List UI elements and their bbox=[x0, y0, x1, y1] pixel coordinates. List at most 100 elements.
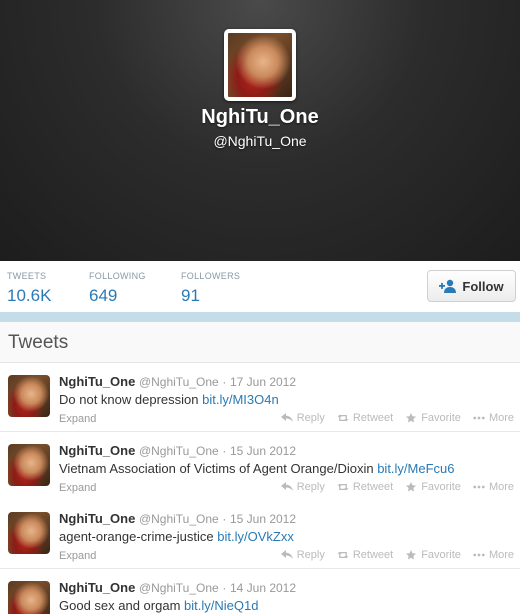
reply-label: Reply bbox=[296, 412, 325, 424]
stat-followers-label: FOLLOWERS bbox=[181, 271, 241, 281]
tweet-date-sep: · bbox=[222, 444, 227, 458]
more-dots-icon bbox=[473, 416, 485, 420]
tweet-actions: Reply Retweet Favorite More bbox=[280, 549, 514, 561]
stat-followers[interactable]: FOLLOWERS 91 bbox=[181, 271, 240, 306]
retweet-action[interactable]: Retweet bbox=[337, 549, 393, 561]
tweet-author[interactable]: NghiTu_One bbox=[59, 443, 135, 458]
star-icon bbox=[406, 550, 417, 560]
tweet-body: Do not know depression bbox=[59, 392, 199, 407]
tweet-text: Vietnam Association of Victims of Agent … bbox=[59, 461, 455, 476]
retweet-label: Retweet bbox=[352, 481, 394, 493]
tweet-actions: Reply Retweet Favorite More bbox=[280, 481, 514, 493]
favorite-label: Favorite bbox=[421, 412, 461, 424]
profile-header: NghiTu_One @NghiTu_One bbox=[0, 0, 520, 261]
tweet-date-sep: · bbox=[222, 581, 227, 595]
tweet-date[interactable]: 14 Jun 2012 bbox=[230, 581, 296, 595]
expand-link[interactable]: Expand bbox=[59, 482, 96, 494]
profile-handle: @NghiTu_One bbox=[213, 133, 307, 149]
add-user-icon bbox=[439, 279, 457, 293]
reply-icon bbox=[280, 413, 293, 422]
more-action[interactable]: More bbox=[473, 549, 514, 561]
tweet-avatar[interactable] bbox=[8, 512, 50, 554]
retweet-icon bbox=[337, 551, 349, 559]
stat-tweets-value: 10.6K bbox=[7, 286, 52, 305]
tweet-header: NghiTu_One @NghiTu_One · 17 Jun 2012 bbox=[59, 374, 296, 389]
expand-link[interactable]: Expand bbox=[59, 413, 96, 425]
tweet-date-sep: · bbox=[222, 375, 227, 389]
more-action[interactable]: More bbox=[473, 481, 514, 493]
tweet-item[interactable]: NghiTu_One @NghiTu_One · 15 Jun 2012 age… bbox=[0, 500, 520, 569]
tweet-date-sep: · bbox=[222, 512, 227, 526]
retweet-label: Retweet bbox=[352, 412, 394, 424]
follow-button-label: Follow bbox=[462, 278, 504, 294]
tweet-body: Good sex and orgam bbox=[59, 598, 181, 613]
tweet-handle[interactable]: @NghiTu_One bbox=[139, 375, 219, 389]
tweet-text: agent-orange-crime-justice bit.ly/OVkZxx bbox=[59, 529, 294, 544]
reply-icon bbox=[280, 550, 293, 559]
tweet-link[interactable]: bit.ly/MeFcu6 bbox=[377, 461, 454, 476]
tweet-author[interactable]: NghiTu_One bbox=[59, 580, 135, 595]
follow-button[interactable]: Follow bbox=[427, 270, 516, 302]
tweet-link[interactable]: bit.ly/OVkZxx bbox=[217, 529, 294, 544]
tweet-item[interactable]: NghiTu_One @NghiTu_One · 14 Jun 2012 Goo… bbox=[0, 569, 520, 614]
favorite-action[interactable]: Favorite bbox=[405, 549, 461, 561]
reply-action[interactable]: Reply bbox=[280, 412, 325, 424]
section-divider bbox=[0, 312, 520, 322]
tweet-link[interactable]: bit.ly/MI3O4n bbox=[202, 392, 279, 407]
retweet-action[interactable]: Retweet bbox=[337, 412, 393, 424]
tweet-link[interactable]: bit.ly/NieQ1d bbox=[184, 598, 258, 613]
tweet-author[interactable]: NghiTu_One bbox=[59, 511, 135, 526]
tweet-avatar[interactable] bbox=[8, 581, 50, 614]
stat-tweets[interactable]: TWEETS 10.6K bbox=[7, 271, 51, 306]
tweet-item[interactable]: NghiTu_One @NghiTu_One · 15 Jun 2012 Vie… bbox=[0, 432, 520, 501]
reply-label: Reply bbox=[296, 549, 325, 561]
stat-following[interactable]: FOLLOWING 649 bbox=[89, 271, 146, 306]
tweets-title: Tweets bbox=[8, 332, 69, 353]
tweet-body: Vietnam Association of Victims of Agent … bbox=[59, 461, 374, 476]
favorite-action[interactable]: Favorite bbox=[405, 412, 461, 424]
stat-following-label: FOLLOWING bbox=[89, 271, 146, 281]
tweets-heading: Tweets bbox=[0, 322, 520, 363]
tweet-author[interactable]: NghiTu_One bbox=[59, 374, 135, 389]
tweet-date[interactable]: 17 Jun 2012 bbox=[230, 375, 296, 389]
more-label: More bbox=[488, 412, 514, 424]
tweet-text: Do not know depression bit.ly/MI3O4n bbox=[59, 392, 279, 407]
reply-icon bbox=[280, 482, 293, 491]
profile-name: NghiTu_One bbox=[201, 106, 319, 128]
tweet-text: Good sex and orgam bit.ly/NieQ1d bbox=[59, 598, 258, 613]
favorite-action[interactable]: Favorite bbox=[405, 481, 461, 493]
more-action[interactable]: More bbox=[473, 412, 514, 424]
tweet-date[interactable]: 15 Jun 2012 bbox=[230, 512, 296, 526]
more-dots-icon bbox=[473, 553, 485, 557]
tweet-header: NghiTu_One @NghiTu_One · 15 Jun 2012 bbox=[59, 511, 296, 526]
tweet-body: agent-orange-crime-justice bbox=[59, 529, 214, 544]
retweet-icon bbox=[337, 414, 349, 422]
tweet-header: NghiTu_One @NghiTu_One · 15 Jun 2012 bbox=[59, 443, 296, 458]
tweet-handle[interactable]: @NghiTu_One bbox=[139, 512, 219, 526]
tweet-header: NghiTu_One @NghiTu_One · 14 Jun 2012 bbox=[59, 580, 296, 595]
reply-label: Reply bbox=[296, 481, 325, 493]
more-label: More bbox=[488, 481, 514, 493]
stat-tweets-label: TWEETS bbox=[7, 271, 47, 281]
retweet-label: Retweet bbox=[352, 549, 394, 561]
tweet-avatar[interactable] bbox=[8, 444, 50, 486]
expand-link[interactable]: Expand bbox=[59, 550, 96, 562]
star-icon bbox=[406, 413, 417, 423]
tweet-date[interactable]: 15 Jun 2012 bbox=[230, 444, 296, 458]
stat-followers-value: 91 bbox=[181, 286, 200, 305]
favorite-label: Favorite bbox=[421, 549, 461, 561]
tweet-avatar[interactable] bbox=[8, 375, 50, 417]
star-icon bbox=[406, 482, 417, 492]
profile-avatar[interactable] bbox=[224, 29, 296, 101]
more-dots-icon bbox=[473, 485, 485, 489]
reply-action[interactable]: Reply bbox=[280, 549, 325, 561]
tweet-item[interactable]: NghiTu_One @NghiTu_One · 17 Jun 2012 Do … bbox=[0, 363, 520, 432]
more-label: More bbox=[488, 549, 514, 561]
retweet-icon bbox=[337, 483, 349, 491]
reply-action[interactable]: Reply bbox=[280, 481, 325, 493]
tweet-actions: Reply Retweet Favorite More bbox=[280, 412, 514, 424]
retweet-action[interactable]: Retweet bbox=[337, 481, 393, 493]
favorite-label: Favorite bbox=[421, 481, 461, 493]
tweet-handle[interactable]: @NghiTu_One bbox=[139, 444, 219, 458]
tweet-handle[interactable]: @NghiTu_One bbox=[139, 581, 219, 595]
